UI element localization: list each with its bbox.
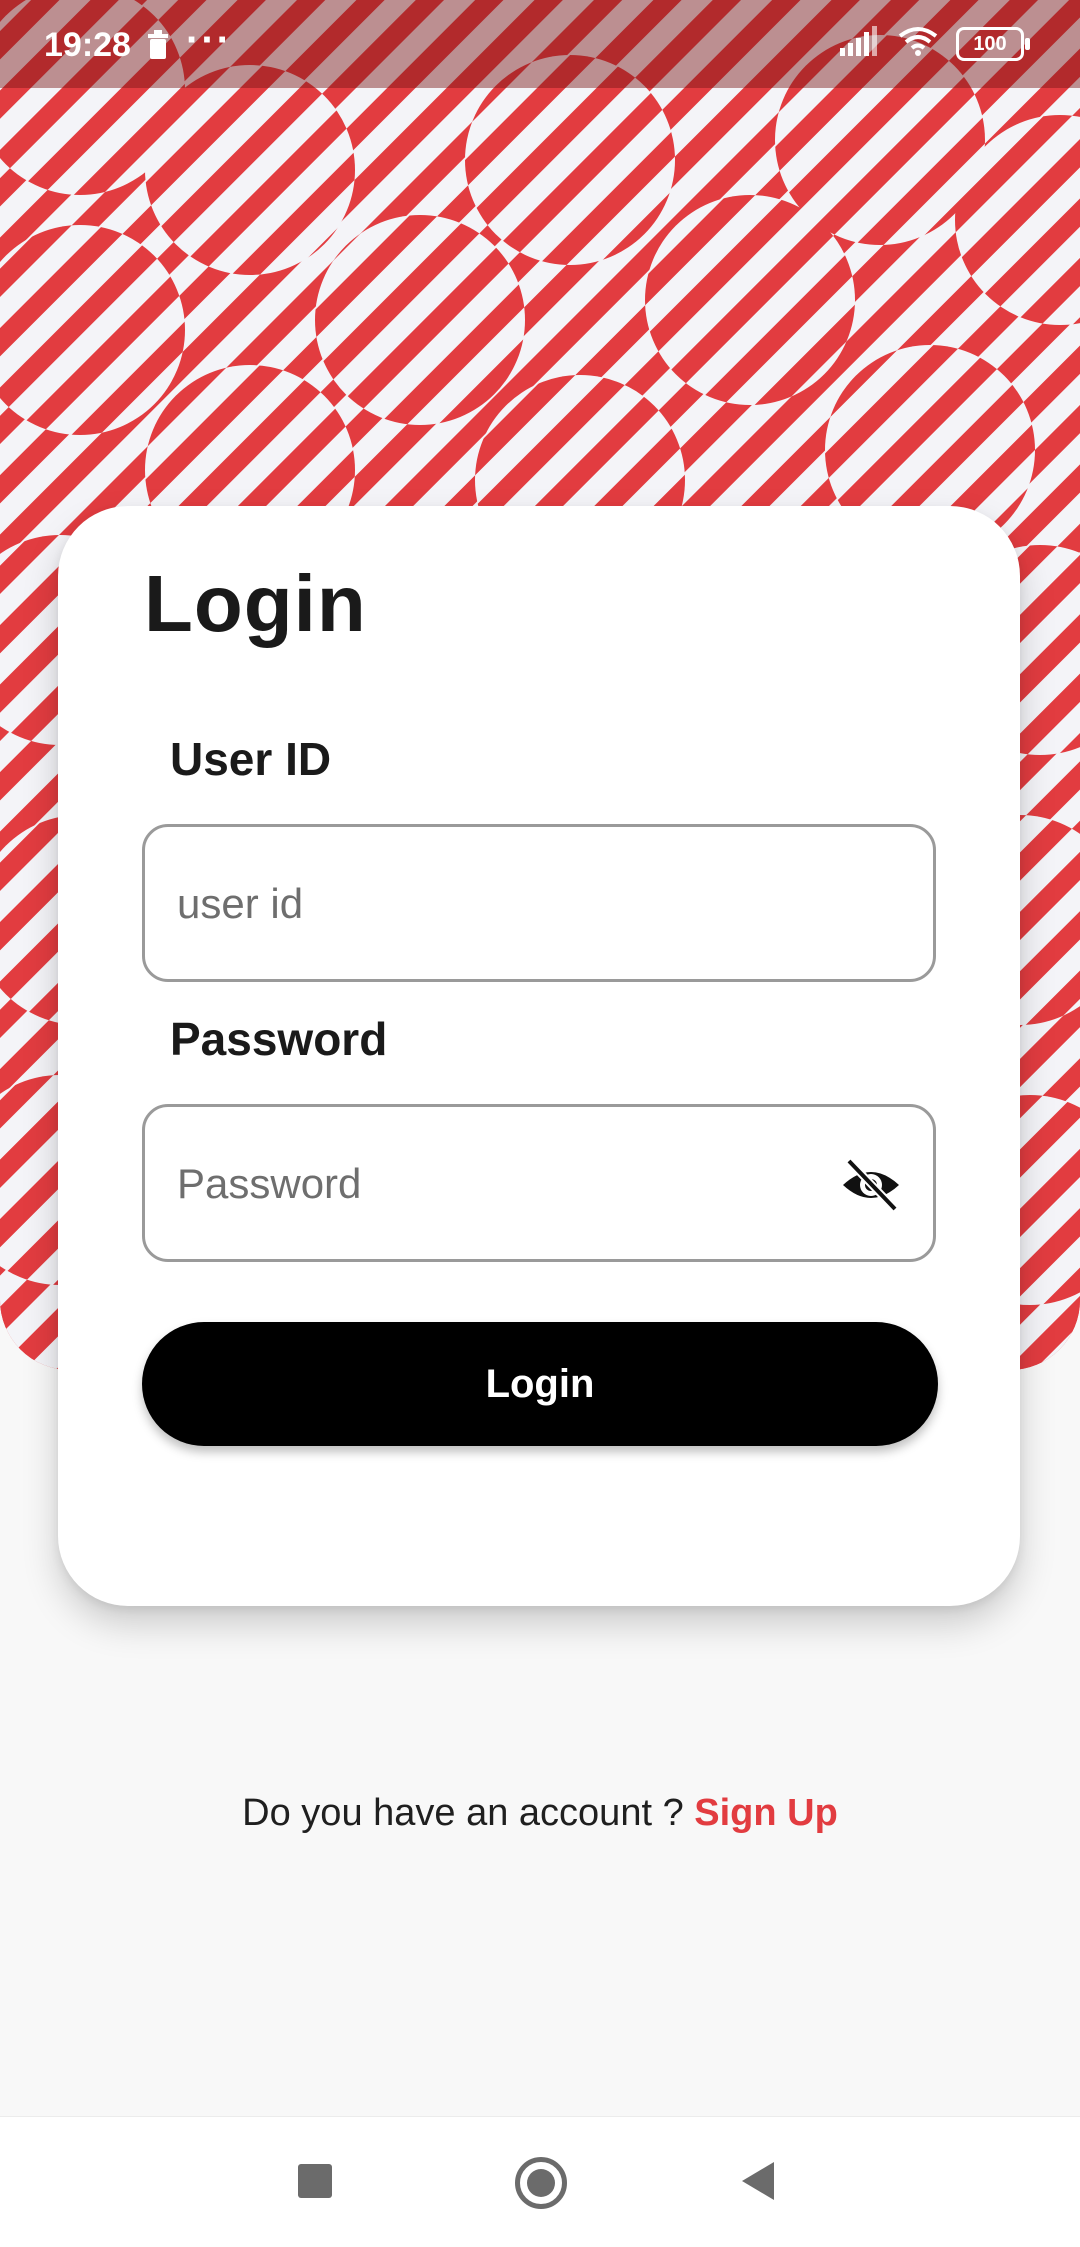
page-title: Login bbox=[144, 559, 367, 648]
password-label: Password bbox=[170, 1013, 388, 1065]
eye-off-icon[interactable] bbox=[839, 1157, 903, 1213]
login-card: Login User ID Password Login bbox=[58, 506, 1020, 1606]
wifi-icon bbox=[898, 26, 938, 61]
circle-icon[interactable] bbox=[515, 2157, 567, 2209]
status-bar: 19:28 ··· 100 bbox=[0, 0, 1080, 88]
overflow-dots: ··· bbox=[186, 18, 232, 62]
user-id-field[interactable] bbox=[142, 824, 936, 982]
square-icon[interactable] bbox=[298, 2164, 332, 2198]
login-button[interactable]: Login bbox=[142, 1322, 938, 1446]
sign-up-link[interactable]: Sign Up bbox=[694, 1792, 838, 1834]
triangle-back-icon[interactable] bbox=[742, 2162, 774, 2200]
signup-question: Do you have an account ? bbox=[242, 1792, 684, 1834]
battery-icon: 100 bbox=[956, 26, 1030, 61]
signup-prompt: Do you have an account ? Sign Up bbox=[0, 1792, 1080, 1835]
password-input[interactable] bbox=[175, 1107, 819, 1261]
status-time: 19:28 bbox=[44, 26, 131, 64]
password-field[interactable] bbox=[142, 1104, 936, 1262]
system-navigation-bar bbox=[0, 2116, 1080, 2247]
signal-icon bbox=[838, 26, 880, 61]
trash-icon bbox=[146, 30, 170, 65]
user-id-input[interactable] bbox=[175, 827, 819, 981]
user-id-label: User ID bbox=[170, 733, 332, 785]
